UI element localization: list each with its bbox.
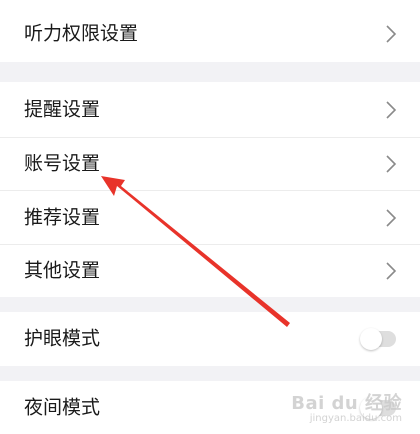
chevron-right-icon — [384, 208, 398, 228]
settings-item-other[interactable]: 其他设置 — [0, 245, 420, 297]
settings-item-label: 听力权限设置 — [24, 22, 139, 45]
chevron-right-icon — [384, 100, 398, 120]
settings-item-account[interactable]: 账号设置 — [0, 138, 420, 190]
section-gap — [0, 297, 420, 312]
settings-item-listening-permission[interactable]: 听力权限设置 — [0, 6, 420, 62]
settings-item-label: 账号设置 — [24, 152, 101, 175]
toggle-knob — [360, 328, 382, 350]
settings-item-reminder[interactable]: 提醒设置 — [0, 82, 420, 137]
settings-item-label: 推荐设置 — [24, 206, 101, 228]
eye-care-toggle[interactable] — [360, 328, 396, 350]
watermark-logo: Bai du 经验 jingyan.baidu.com — [291, 389, 402, 424]
settings-item-label: 其他设置 — [24, 259, 101, 282]
watermark-url: jingyan.baidu.com — [309, 413, 402, 424]
watermark-brand: Bai du 经验 — [291, 393, 402, 414]
settings-item-recommendation[interactable]: 推荐设置 — [0, 191, 420, 244]
settings-item-label: 护眼模式 — [24, 327, 101, 350]
settings-item-label: 提醒设置 — [24, 98, 101, 120]
chevron-right-icon — [384, 24, 398, 44]
settings-item-label: 夜间模式 — [24, 396, 101, 418]
section-gap — [0, 366, 420, 381]
chevron-right-icon — [384, 261, 398, 281]
chevron-right-icon — [384, 154, 398, 174]
settings-item-eye-care-mode: 护眼模式 — [0, 312, 420, 366]
section-gap — [0, 62, 420, 82]
